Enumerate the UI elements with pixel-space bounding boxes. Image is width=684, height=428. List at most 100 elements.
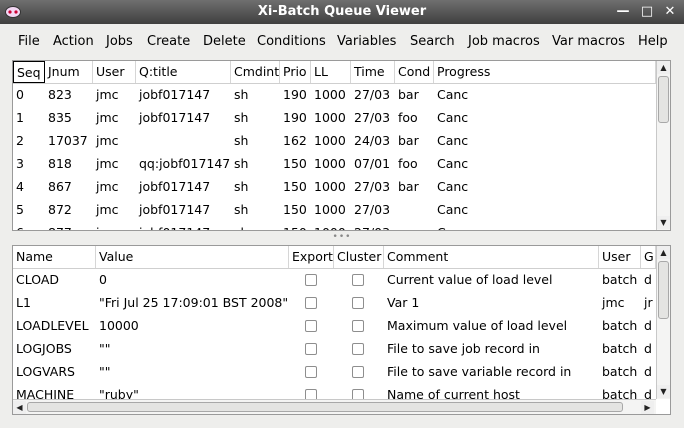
cell-qtitle: qq:jobf017147 [139,156,231,171]
scroll-up-icon[interactable]: ▲ [657,61,670,74]
jobs-table[interactable]: Seq Jnum User Q:title Cmdint Prio LL Tim… [12,60,671,231]
minimize-icon[interactable]: — [613,2,633,22]
cell-jnum: 823 [48,87,72,102]
cluster-checkbox[interactable] [352,366,364,378]
cell-qtitle [136,130,231,152]
menu-delete[interactable]: Delete [203,34,246,49]
cell-qtitle: jobf017147 [139,179,211,194]
cell-ll: 1000 [314,156,346,171]
column-header-name[interactable]: Name [13,246,96,268]
close-icon[interactable]: ✕ [660,2,680,22]
scroll-up-icon[interactable]: ▲ [657,246,670,259]
cell-g: d [644,341,652,356]
scrollbar-thumb[interactable] [658,76,669,123]
menu-search[interactable]: Search [410,34,455,49]
column-header-cond[interactable]: Cond [395,61,434,83]
column-header-jnum[interactable]: Jnum [45,61,93,83]
cell-g: jr [644,295,653,310]
menu-variables[interactable]: Variables [337,34,396,49]
cell-seq: 4 [16,179,24,194]
cluster-checkbox[interactable] [352,274,364,286]
cell-progress: Canc [437,202,469,217]
export-checkbox[interactable] [305,320,317,332]
column-header-g[interactable]: G [641,246,656,268]
column-header-cmdint[interactable]: Cmdint [231,61,280,83]
menu-file[interactable]: File [18,34,40,49]
cell-jnum: 867 [48,179,72,194]
cell-time: 27/03 [351,222,395,230]
cell-seq: 3 [16,156,24,171]
cell-ll: 1000 [314,87,346,102]
cell-name: CLOAD [16,272,60,287]
cell-jnum: 872 [48,202,72,217]
cell-value: "" [99,341,111,356]
menu-create[interactable]: Create [147,34,190,49]
column-header-export[interactable]: Export [289,246,334,268]
maximize-icon[interactable]: □ [637,2,657,22]
menu-var-macros[interactable]: Var macros [552,34,625,49]
cell-ll: 1000 [311,222,351,230]
cell-comment: Var 1 [387,295,420,310]
cell-prio: 190 [283,87,307,102]
column-header-user[interactable]: User [93,61,136,83]
cell-progress: Canc [437,179,469,194]
column-header-prio[interactable]: Prio [280,61,311,83]
cell-ll: 1000 [314,133,346,148]
export-checkbox[interactable] [305,343,317,355]
cell-user: batch [602,364,638,379]
scroll-left-icon[interactable]: ◀ [13,401,26,414]
cell-user: jmc [96,202,119,217]
column-header-qtitle[interactable]: Q:title [136,61,231,83]
column-header-comment[interactable]: Comment [384,246,599,268]
cluster-checkbox[interactable] [352,320,364,332]
cell-user: jmc [93,222,136,230]
cluster-checkbox[interactable] [352,343,364,355]
cell-user: jmc [96,133,119,148]
cluster-checkbox[interactable] [352,297,364,309]
window-title: Xi-Batch Queue Viewer [257,4,427,19]
variables-horizontal-scrollbar[interactable]: ◀ ▶ [13,399,656,414]
cell-seq: 1 [16,110,24,125]
column-header-progress[interactable]: Progress [434,61,656,83]
export-checkbox[interactable] [305,274,317,286]
menu-help[interactable]: Help [638,34,668,49]
export-checkbox[interactable] [305,366,317,378]
cell-seq: 0 [16,87,24,102]
cell-progress: Canc [437,87,469,102]
cell-user: batch [602,272,638,287]
variables-vertical-scrollbar[interactable]: ▲ ▼ [656,246,670,399]
cell-jnum: 818 [48,156,72,171]
scrollbar-thumb[interactable] [27,402,623,412]
column-header-time[interactable]: Time [351,61,395,83]
cell-cmdint: sh [234,110,249,125]
menu-action[interactable]: Action [53,34,94,49]
cell-cmdint: sh [234,87,249,102]
menu-jobs[interactable]: Jobs [106,34,133,49]
cell-progress: Canc [437,133,469,148]
column-header-cluster[interactable]: Cluster [334,246,384,268]
cell-user: jmc [602,295,625,310]
cell-user: jmc [96,110,119,125]
cell-value: "Fri Jul 25 17:09:01 BST 2008" [99,295,289,310]
scroll-right-icon[interactable]: ▶ [641,401,654,414]
column-header-seq[interactable]: Seq [13,61,45,83]
title-bar[interactable]: Xi-Batch Queue Viewer — □ ✕ [0,0,684,24]
cell-cmdint: sh [234,179,249,194]
column-header-ll[interactable]: LL [311,61,351,83]
column-header-value[interactable]: Value [96,246,289,268]
jobs-vertical-scrollbar[interactable]: ▲ ▼ [656,61,670,230]
scrollbar-thumb[interactable] [658,261,669,319]
cell-name: LOADLEVEL [16,318,89,333]
column-header-user[interactable]: User [599,246,641,268]
menu-bar: File Action Jobs Create Delete Condition… [0,30,684,54]
menu-job-macros[interactable]: Job macros [468,34,540,49]
pane-splitter-handle[interactable]: ••• [0,232,684,244]
scroll-down-icon[interactable]: ▼ [657,385,670,398]
menu-conditions[interactable]: Conditions [257,34,326,49]
cell-user: batch [602,341,638,356]
export-checkbox[interactable] [305,297,317,309]
cell-time: 24/03 [354,133,391,148]
variables-table[interactable]: Name Value Export Cluster Comment User G… [12,245,671,415]
cell-user: batch [602,318,638,333]
scroll-down-icon[interactable]: ▼ [657,216,670,229]
